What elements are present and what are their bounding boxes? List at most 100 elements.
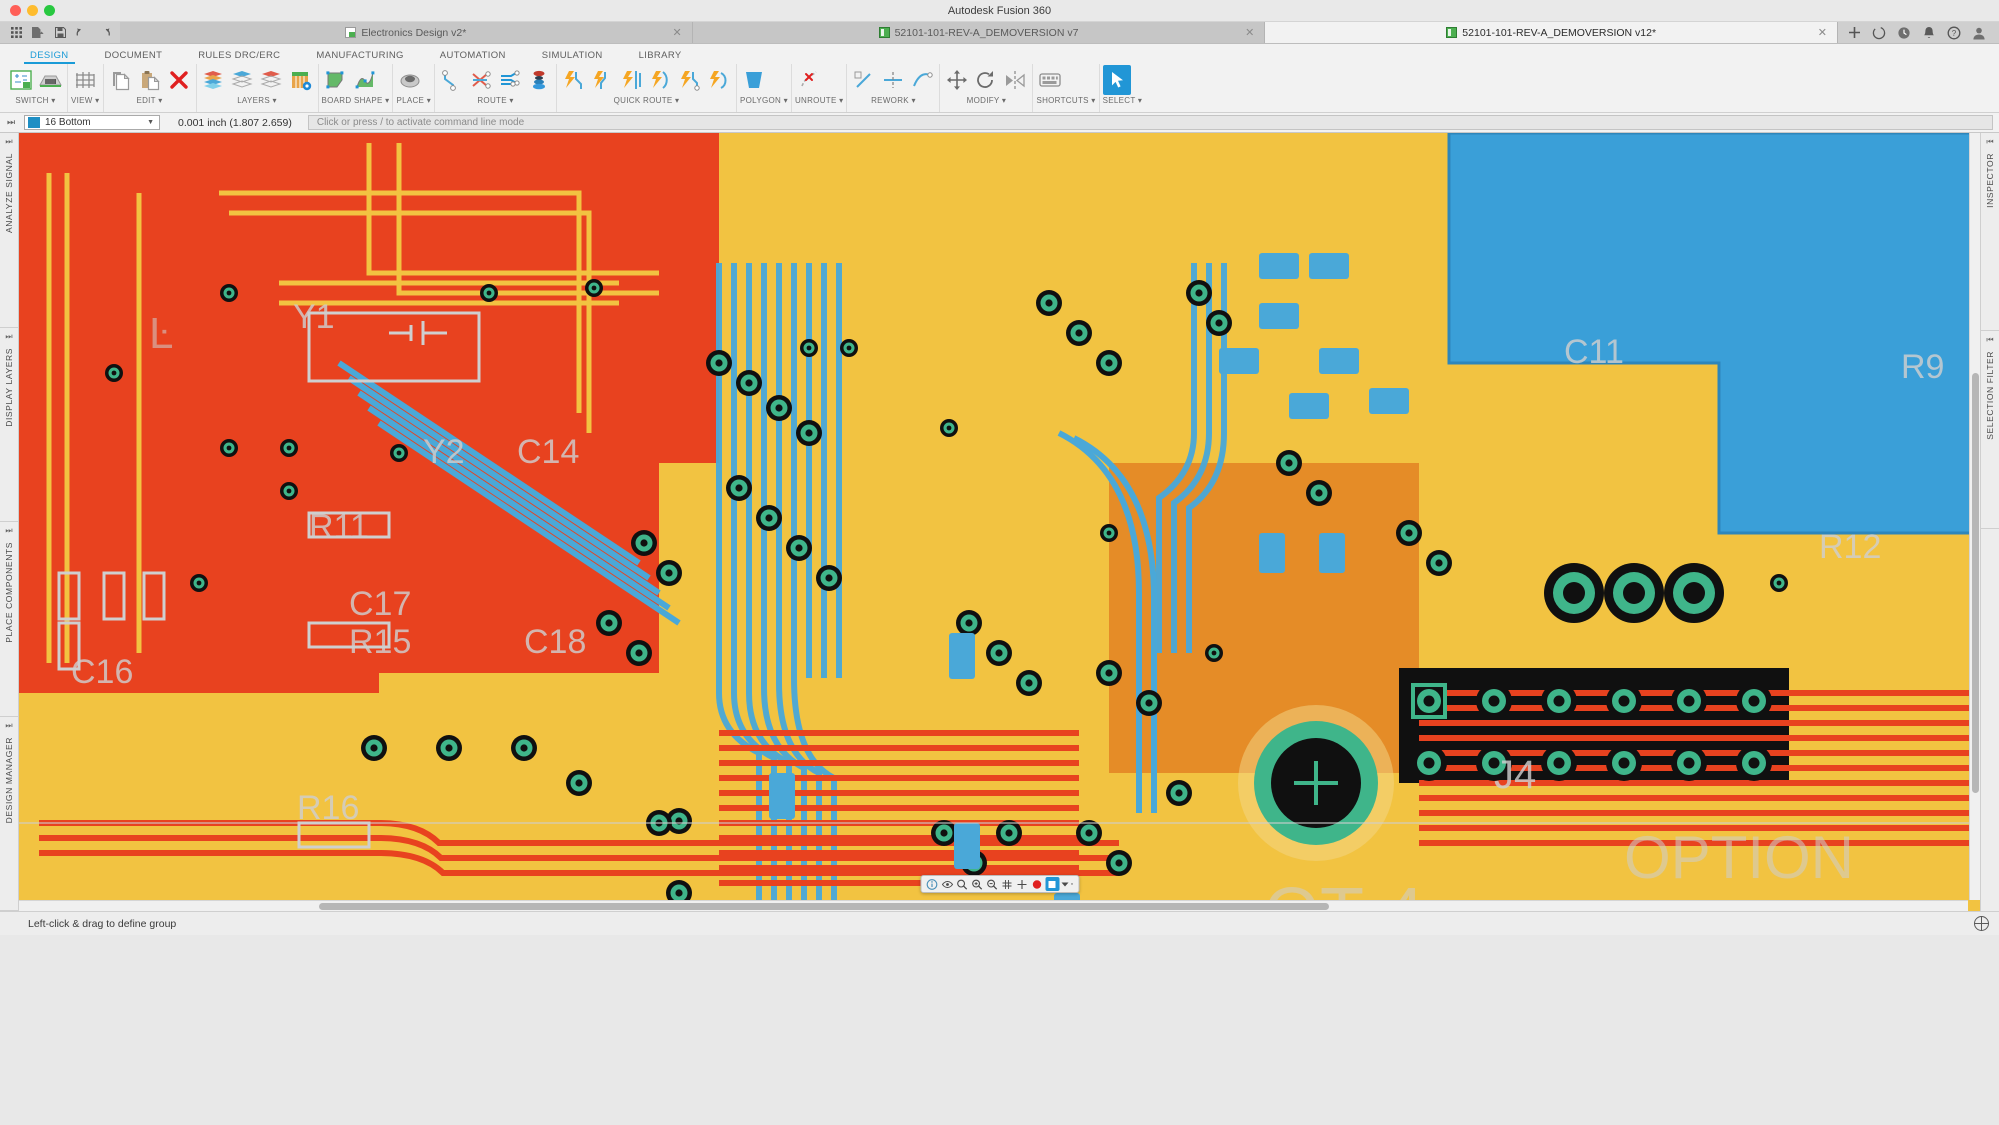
account-avatar[interactable]: [1971, 25, 1987, 41]
crosshair-icon[interactable]: [1015, 877, 1029, 891]
select-cursor-icon[interactable]: [1102, 65, 1131, 95]
expand-panel-icon[interactable]: ⏮: [1986, 335, 1993, 345]
ribbon-group-label[interactable]: SWITCH ▾: [7, 96, 64, 107]
info-icon[interactable]: [925, 877, 939, 891]
ribbon-tab-simulation[interactable]: SIMULATION: [524, 50, 621, 64]
save-icon[interactable]: [50, 24, 70, 42]
zoom-in-icon[interactable]: [970, 877, 984, 891]
autoroute-6-icon[interactable]: [705, 65, 733, 95]
ribbon-group-label[interactable]: BOARD SHAPE ▾: [322, 96, 390, 107]
view-zoom-toolbar[interactable]: [920, 875, 1079, 893]
canvas-horizontal-scrollbar[interactable]: [19, 900, 1968, 911]
switch-to-3d-icon[interactable]: [36, 65, 64, 95]
close-window-button[interactable]: [10, 5, 21, 16]
expand-panel-icon[interactable]: ⏭: [5, 721, 12, 731]
delete-icon[interactable]: [165, 65, 193, 95]
ribbon-group-label[interactable]: LAYERS ▾: [200, 96, 315, 107]
job-status-icon[interactable]: [1871, 25, 1887, 41]
layer-active-icon[interactable]: [1045, 877, 1059, 891]
ribbon-group-label[interactable]: EDIT ▾: [107, 96, 193, 107]
document-tab-1[interactable]: 52101-101-REV-A_DEMOVERSION v7 ✕: [692, 22, 1266, 43]
sidebar-item-place-components[interactable]: ⏭ PLACE COMPONENTS: [0, 522, 18, 717]
place-component-icon[interactable]: [396, 65, 424, 95]
expand-panel-icon[interactable]: ⏭: [5, 332, 12, 342]
move-icon[interactable]: [943, 65, 971, 95]
shortcuts-icon[interactable]: [1036, 65, 1064, 95]
optimize-icon[interactable]: [908, 65, 936, 95]
zoom-fit-icon[interactable]: [955, 877, 969, 891]
remove-layer-icon[interactable]: [258, 65, 286, 95]
board-outline-icon[interactable]: [322, 65, 350, 95]
chevron-down-icon[interactable]: ▼: [147, 119, 159, 126]
scrollbar-thumb[interactable]: [319, 903, 1329, 910]
autoroute-4-icon[interactable]: [647, 65, 675, 95]
ribbon-group-label[interactable]: REWORK ▾: [850, 96, 936, 107]
ribbon-group-label[interactable]: PLACE ▾: [396, 96, 431, 107]
zoom-out-icon[interactable]: [985, 877, 999, 891]
undo-icon[interactable]: [72, 24, 92, 42]
sidebar-item-selection-filter[interactable]: ⏮ SELECTION FILTER: [1981, 331, 1999, 529]
pcb-canvas[interactable]: Y1 Y2 C14 C11 R9 R11 C17 C18 R15 C16 R16…: [19, 133, 1980, 911]
ribbon-tab-library[interactable]: LIBRARY: [621, 50, 700, 64]
new-document-icon[interactable]: [28, 24, 48, 42]
layer-settings-icon[interactable]: [200, 65, 228, 95]
autoroute-3-icon[interactable]: [618, 65, 646, 95]
redo-icon[interactable]: [94, 24, 114, 42]
minimize-window-button[interactable]: [27, 5, 38, 16]
maximize-window-button[interactable]: [44, 5, 55, 16]
ribbon-tab-rules[interactable]: RULES DRC/ERC: [180, 50, 298, 64]
unroute-icon[interactable]: [795, 65, 823, 95]
board-curve-icon[interactable]: [351, 65, 379, 95]
mirror-icon[interactable]: [1001, 65, 1029, 95]
miter-icon[interactable]: [850, 65, 878, 95]
sidebar-item-analyze-signal[interactable]: ⏭ ANALYZE SIGNAL: [0, 133, 18, 328]
ribbon-tab-document[interactable]: DOCUMENT: [87, 50, 181, 64]
ribbon-group-label[interactable]: POLYGON ▾: [740, 96, 788, 107]
polygon-pour-icon[interactable]: [740, 65, 768, 95]
via-icon[interactable]: [525, 65, 553, 95]
autoroute-1-icon[interactable]: [560, 65, 588, 95]
active-layer-select[interactable]: 16 Bottom ▼: [24, 115, 160, 130]
expand-panel-icon[interactable]: ⏭: [5, 526, 12, 536]
grid-settings-icon[interactable]: [71, 65, 99, 95]
autoroute-2-icon[interactable]: [589, 65, 617, 95]
record-icon[interactable]: [1030, 877, 1044, 891]
document-tab-0[interactable]: Electronics Design v2* ✕: [120, 22, 693, 43]
ribbon-group-label[interactable]: ROUTE ▾: [438, 96, 553, 107]
add-tab-icon[interactable]: [1846, 25, 1862, 41]
expand-panel-icon[interactable]: ⏭: [5, 137, 12, 147]
recent-icon[interactable]: [1896, 25, 1912, 41]
paste-icon[interactable]: [136, 65, 164, 95]
help-icon[interactable]: ?: [1946, 25, 1962, 41]
ribbon-group-label[interactable]: VIEW ▾: [71, 96, 100, 107]
layer-stack-icon[interactable]: [287, 65, 315, 95]
switch-to-schematic-icon[interactable]: [7, 65, 35, 95]
close-tab-icon[interactable]: ✕: [1818, 26, 1827, 39]
close-tab-icon[interactable]: ✕: [1245, 26, 1254, 39]
view-mode-icon[interactable]: [1060, 877, 1074, 891]
ribbon-group-label[interactable]: SHORTCUTS ▾: [1036, 96, 1095, 107]
route-trace-icon[interactable]: [438, 65, 466, 95]
canvas-vertical-scrollbar[interactable]: [1969, 133, 1980, 900]
sidebar-item-design-manager[interactable]: ⏭ DESIGN MANAGER: [0, 717, 18, 911]
ribbon-tab-design[interactable]: DESIGN: [12, 50, 87, 64]
split-icon[interactable]: [879, 65, 907, 95]
expand-panel-icon[interactable]: ⏮: [1986, 137, 1993, 147]
close-tab-icon[interactable]: ✕: [672, 26, 681, 39]
sidebar-item-display-layers[interactable]: ⏭ DISPLAY LAYERS: [0, 328, 18, 522]
display-eye-icon[interactable]: [940, 877, 954, 891]
autoroute-5-icon[interactable]: [676, 65, 704, 95]
rotate-icon[interactable]: [972, 65, 1000, 95]
pcb-artwork[interactable]: Y1 Y2 C14 C11 R9 R11 C17 C18 R15 C16 R16…: [19, 133, 1980, 911]
grid-icon[interactable]: [1000, 877, 1014, 891]
document-tab-2[interactable]: 52101-101-REV-A_DEMOVERSION v12* ✕: [1265, 22, 1839, 43]
command-line-input[interactable]: Click or press / to activate command lin…: [307, 115, 1993, 130]
ribbon-group-label[interactable]: SELECT ▾: [1103, 96, 1143, 107]
differential-pair-icon[interactable]: [496, 65, 524, 95]
scrollbar-thumb[interactable]: [1972, 373, 1979, 793]
copy-icon[interactable]: [107, 65, 135, 95]
ribbon-tab-automation[interactable]: AUTOMATION: [422, 50, 524, 64]
sidebar-item-inspector[interactable]: ⏮ INSPECTOR: [1981, 133, 1999, 331]
fanout-icon[interactable]: [467, 65, 495, 95]
ribbon-group-label[interactable]: QUICK ROUTE ▾: [560, 96, 733, 107]
